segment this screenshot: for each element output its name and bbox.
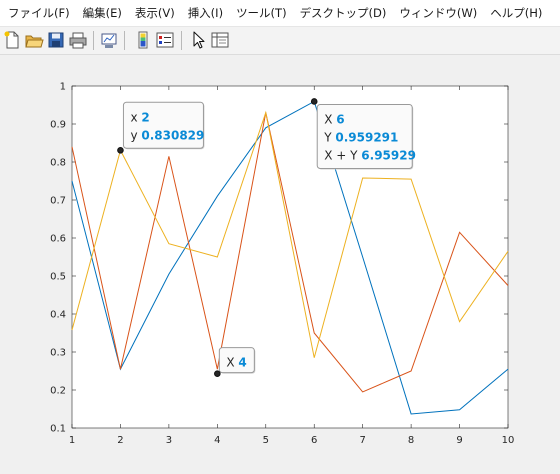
x-tick-label: 8 (408, 435, 414, 446)
x-tick-label: 9 (456, 435, 462, 446)
datatip-row: X 4 (226, 356, 246, 370)
menu-insert[interactable]: 挿入(I) (183, 0, 228, 26)
toolbar-separator (93, 31, 94, 50)
datatip-marker (214, 370, 221, 377)
edit-plot-arrow-icon[interactable] (188, 30, 208, 50)
menu-file[interactable]: ファイル(F) (3, 0, 75, 26)
x-tick-label: 4 (214, 435, 220, 446)
menu-tools[interactable]: ツール(T) (231, 0, 292, 26)
x-tick-label: 2 (117, 435, 123, 446)
x-tick-label: 1 (69, 435, 75, 446)
datatip-row: x 2 (130, 110, 149, 124)
y-tick-label: 0.2 (50, 386, 66, 397)
y-tick-label: 0.7 (50, 196, 66, 207)
y-tick-label: 1 (60, 82, 66, 93)
datatip-marker (117, 146, 124, 154)
y-tick-label: 0.9 (50, 120, 66, 131)
x-tick-label: 5 (263, 435, 269, 446)
datatip-row: X 6 (324, 112, 344, 126)
y-tick-label: 0.3 (50, 348, 66, 359)
x-tick-label: 3 (166, 435, 172, 446)
toolbar (0, 27, 560, 55)
menu-bar: ファイル(F) 編集(E) 表示(V) 挿入(I) ツール(T) デスクトップ(… (0, 0, 560, 27)
menu-desktop[interactable]: デスクトップ(D) (295, 0, 392, 26)
menu-window[interactable]: ウィンドウ(W) (394, 0, 482, 26)
toolbar-separator (124, 31, 125, 50)
x-tick-label: 6 (311, 435, 317, 446)
figure-area: 1 2 3 4 5 6 7 8 9 10 0.1 0.2 0.3 0.4 0.5 0.6 0.7 0.8 0.9 1 x… (0, 55, 560, 474)
plot-axes[interactable]: 1 2 3 4 5 6 7 8 9 10 0.1 0.2 0.3 0.4 0.5 0.6 0.7 0.8 0.9 1 x… (0, 55, 560, 474)
y-tick-label: 0.8 (50, 158, 66, 169)
datatip-row: y 0.830829 (130, 128, 204, 142)
x-tick-label: 10 (502, 435, 515, 446)
new-figure-icon[interactable] (2, 30, 22, 50)
toolbar-separator (181, 31, 182, 50)
open-file-icon[interactable] (24, 30, 44, 50)
x-tick-label: 7 (359, 435, 365, 446)
menu-view[interactable]: 表示(V) (130, 0, 180, 26)
insert-colorbar-icon[interactable] (133, 30, 153, 50)
menu-help[interactable]: ヘルプ(H) (485, 0, 547, 26)
datatip-row: Y 0.959291 (323, 130, 398, 144)
print-icon[interactable] (68, 30, 88, 50)
save-icon[interactable] (46, 30, 66, 50)
datatip-row: X + Y 6.95929 (324, 148, 416, 162)
datatip-marker (310, 98, 318, 105)
y-tick-label: 0.1 (50, 424, 66, 435)
y-tick-label: 0.4 (50, 310, 66, 321)
property-inspector-icon[interactable] (210, 30, 230, 50)
insert-legend-icon[interactable] (155, 30, 175, 50)
menu-edit[interactable]: 編集(E) (78, 0, 127, 26)
link-plot-icon[interactable] (99, 30, 119, 50)
y-tick-label: 0.6 (50, 234, 66, 245)
y-tick-label: 0.5 (50, 272, 66, 283)
